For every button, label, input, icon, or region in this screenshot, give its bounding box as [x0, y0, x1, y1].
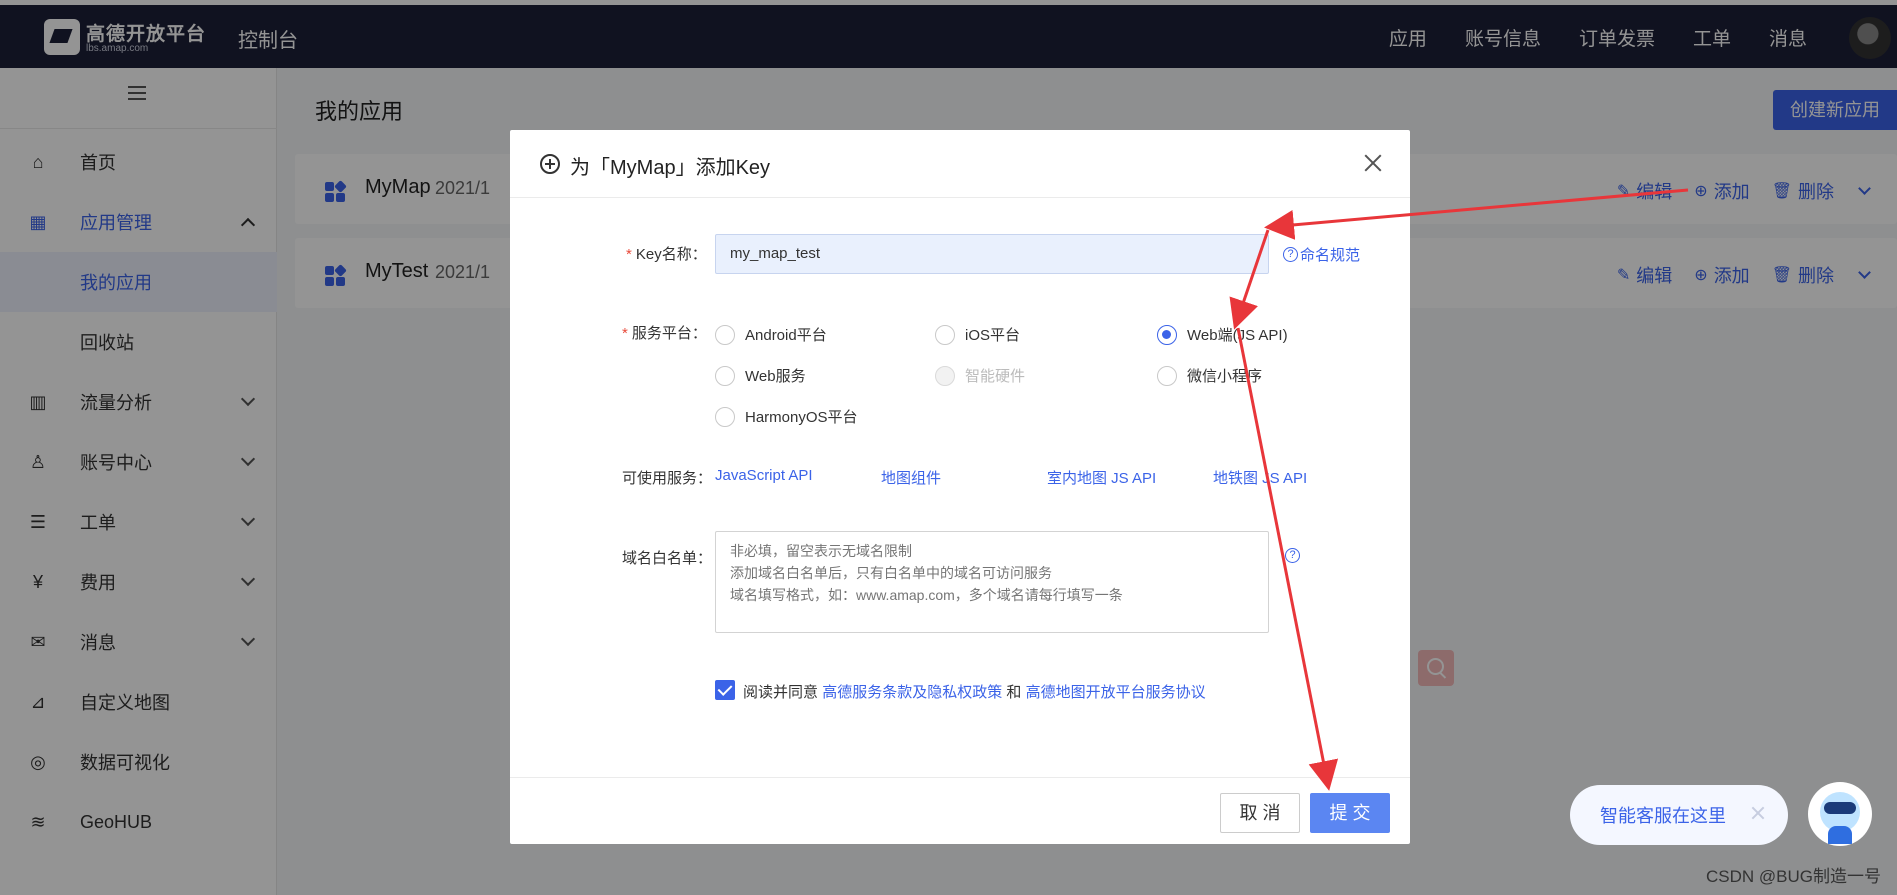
key-name-label: * Key名称： — [626, 246, 707, 263]
radio-web-service[interactable]: Web服务 — [715, 365, 806, 386]
radio-harmonyos[interactable]: HarmonyOS平台 — [715, 406, 858, 427]
question-icon: ? — [1283, 247, 1298, 262]
terms-privacy-link[interactable]: 高德服务条款及隐私权政策 — [822, 684, 1002, 701]
dialog-footer-divider — [510, 777, 1410, 778]
key-name-input[interactable]: my_map_test — [715, 234, 1269, 274]
customer-service-bubble[interactable]: 智能客服在这里 — [1570, 785, 1788, 845]
naming-rules-link[interactable]: ? 命名规范 — [1283, 244, 1360, 265]
submit-button[interactable]: 提 交 — [1310, 793, 1390, 833]
service-agreement-link[interactable]: 高德地图开放平台服务协议 — [1026, 684, 1206, 701]
service-link-subway-map[interactable]: 地铁图 JS API — [1213, 467, 1307, 488]
question-icon[interactable]: ? — [1285, 548, 1300, 563]
dialog-header: 为「MyMap」添加Key — [510, 130, 1410, 198]
radio-circle — [1157, 324, 1177, 345]
radio-wechat-mini-program[interactable]: 微信小程序 — [1157, 365, 1262, 386]
service-link-javascript-api[interactable]: JavaScript API — [715, 467, 813, 484]
radio-circle — [715, 406, 735, 427]
close-icon[interactable] — [1362, 152, 1384, 174]
radio-ios[interactable]: iOS平台 — [935, 324, 1020, 345]
watermark: CSDN @BUG制造一号 — [1706, 867, 1881, 886]
platform-label: * 服务平台： — [622, 325, 707, 342]
radio-circle — [935, 324, 955, 345]
required-mark: * — [626, 246, 632, 263]
domain-whitelist-textarea[interactable] — [715, 531, 1269, 633]
radio-circle — [715, 365, 735, 386]
dialog-title: 为「MyMap」添加Key — [570, 157, 771, 179]
service-link-indoor-map[interactable]: 室内地图 JS API — [1047, 467, 1156, 488]
cancel-button[interactable]: 取 消 — [1220, 793, 1300, 833]
customer-service-text: 智能客服在这里 — [1600, 806, 1726, 826]
radio-circle — [935, 365, 955, 386]
radio-web-js-api[interactable]: Web端(JS API) — [1157, 324, 1288, 345]
radio-circle — [715, 324, 735, 345]
radio-smart-hardware: 智能硬件 — [935, 365, 1025, 386]
plus-circle-icon — [540, 154, 560, 174]
service-bot-avatar[interactable] — [1808, 782, 1872, 846]
services-label: 可使用服务： — [622, 470, 713, 487]
agreement-text: 阅读并同意 高德服务条款及隐私权政策 和 高德地图开放平台服务协议 — [743, 684, 1206, 701]
close-icon[interactable] — [1750, 805, 1766, 821]
required-mark: * — [622, 325, 628, 342]
agree-checkbox[interactable] — [715, 680, 735, 700]
service-link-map-component[interactable]: 地图组件 — [881, 467, 941, 488]
domain-whitelist-label: 域名白名单： — [622, 550, 713, 567]
add-key-dialog: 为「MyMap」添加Key * Key名称： my_map_test ? 命名规范 … — [510, 130, 1410, 844]
radio-android[interactable]: Android平台 — [715, 324, 827, 345]
radio-circle — [1157, 365, 1177, 386]
